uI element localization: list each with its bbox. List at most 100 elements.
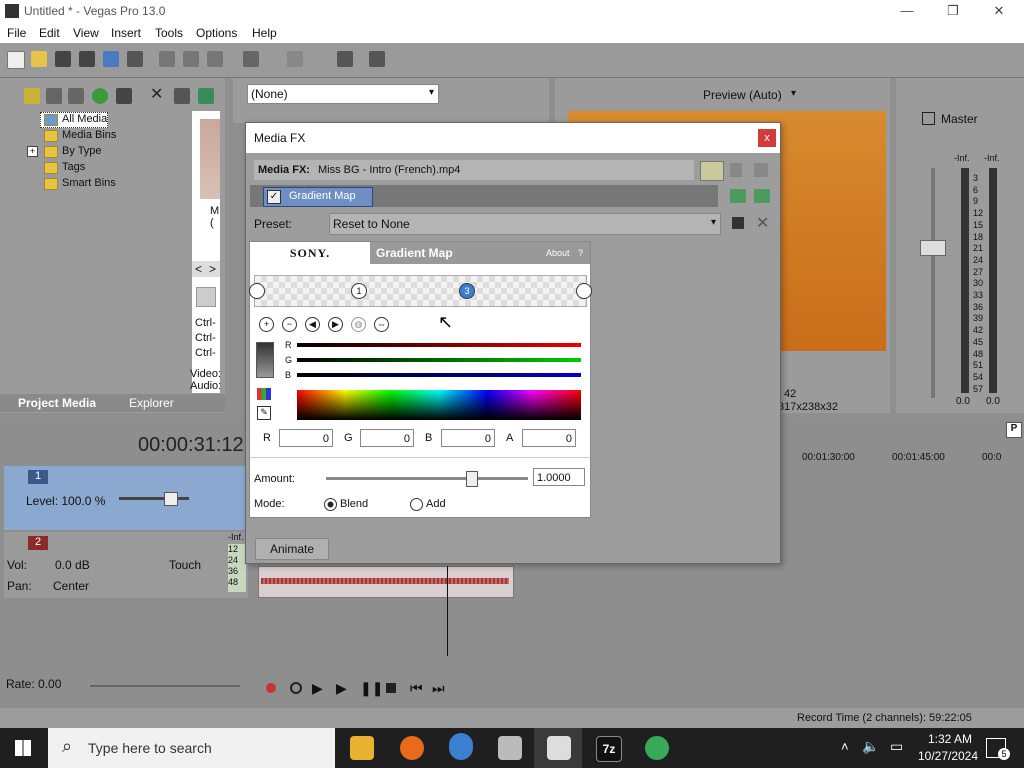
media-thumbnail[interactable] bbox=[200, 119, 220, 199]
video-track-header[interactable]: 1 Level: 100.0 % bbox=[4, 466, 248, 530]
right-panel-p[interactable]: P bbox=[1006, 422, 1022, 438]
minimize-button[interactable]: — bbox=[884, 0, 930, 23]
add-fx-icon[interactable] bbox=[730, 189, 746, 203]
nav-right-button[interactable]: > bbox=[209, 262, 216, 276]
chrome-icon[interactable] bbox=[449, 736, 473, 760]
menu-edit[interactable]: Edit bbox=[39, 26, 60, 40]
blue-slider[interactable] bbox=[297, 373, 581, 377]
menu-tools[interactable]: Tools bbox=[155, 26, 183, 40]
rate-slider[interactable] bbox=[90, 685, 240, 687]
touch-mode[interactable]: Touch bbox=[169, 558, 201, 572]
save-preset-icon[interactable] bbox=[732, 217, 744, 229]
gradient-stops-bar[interactable]: 1 3 bbox=[249, 275, 592, 307]
nav-left-button[interactable]: < bbox=[195, 262, 202, 276]
help-pointer-icon[interactable] bbox=[369, 51, 385, 67]
delete-preset-icon[interactable]: ✕ bbox=[756, 213, 769, 233]
chain-checkbox[interactable]: ✓ bbox=[267, 190, 281, 204]
eyedropper-icon[interactable]: ✎ bbox=[257, 406, 271, 420]
open-folder-icon[interactable] bbox=[31, 51, 47, 67]
layout-toggle-icon[interactable] bbox=[700, 161, 724, 181]
new-file-icon[interactable] bbox=[7, 51, 25, 69]
search-media-icon[interactable] bbox=[116, 88, 132, 104]
level-slider[interactable] bbox=[119, 497, 189, 500]
red-slider[interactable] bbox=[297, 343, 581, 347]
menu-options[interactable]: Options bbox=[196, 26, 237, 40]
network-icon[interactable]: ▭ bbox=[890, 738, 903, 755]
fx-icon[interactable] bbox=[198, 88, 214, 104]
fx-chain-item[interactable]: ✓ Gradient Map bbox=[263, 187, 373, 207]
mode-blend-radio[interactable] bbox=[324, 498, 337, 511]
hue-spectrum[interactable] bbox=[297, 390, 581, 420]
loop-icon[interactable] bbox=[290, 682, 302, 694]
audio-clip[interactable] bbox=[258, 566, 514, 598]
distribute-icon[interactable]: ⇔ bbox=[374, 317, 389, 332]
go-to-start-icon[interactable]: ⏮ bbox=[410, 680, 423, 697]
center-stop-icon[interactable]: ◍ bbox=[351, 317, 366, 332]
green-field[interactable]: 0 bbox=[360, 429, 414, 447]
about-help-icon[interactable]: ? bbox=[578, 248, 583, 258]
layout-list-icon[interactable] bbox=[730, 163, 742, 177]
record-icon[interactable] bbox=[266, 683, 276, 693]
gradient-stop[interactable] bbox=[576, 283, 592, 299]
master-fader[interactable] bbox=[920, 240, 946, 256]
dialog-close-button[interactable]: x bbox=[758, 129, 776, 147]
firefox-icon[interactable] bbox=[400, 736, 424, 760]
play-icon[interactable]: ▶ bbox=[336, 680, 347, 697]
stop-icon[interactable] bbox=[386, 683, 396, 693]
save-as-icon[interactable] bbox=[79, 51, 95, 67]
menu-insert[interactable]: Insert bbox=[111, 26, 141, 40]
play-from-start-icon[interactable]: ▶ bbox=[312, 680, 323, 697]
move-right-icon[interactable]: ▶ bbox=[328, 317, 343, 332]
menu-view[interactable]: View bbox=[73, 26, 99, 40]
pause-icon[interactable]: ❚❚ bbox=[360, 680, 383, 697]
remove-fx-icon[interactable] bbox=[754, 189, 770, 203]
playhead[interactable] bbox=[447, 566, 448, 656]
brush-icon[interactable] bbox=[337, 51, 353, 67]
maximize-button[interactable]: ❐ bbox=[930, 0, 976, 23]
undo-icon[interactable] bbox=[243, 51, 259, 67]
windows-start-icon[interactable] bbox=[15, 740, 31, 756]
clock-time[interactable]: 1:32 AM bbox=[918, 732, 982, 746]
close-window-button[interactable]: ✕ bbox=[976, 0, 1022, 23]
go-to-end-icon[interactable]: ⏭ bbox=[432, 680, 445, 697]
vegas-taskbar-icon[interactable] bbox=[547, 736, 571, 760]
media-properties-icon[interactable] bbox=[174, 88, 190, 104]
app-green-icon[interactable] bbox=[645, 736, 669, 760]
save-icon[interactable] bbox=[55, 51, 71, 67]
green-slider[interactable] bbox=[297, 358, 581, 362]
redo-icon[interactable] bbox=[287, 51, 303, 67]
preset-select[interactable]: Reset to None ▾ bbox=[329, 213, 721, 235]
clock-date[interactable]: 10/27/2024 bbox=[908, 749, 988, 763]
properties-icon[interactable] bbox=[127, 51, 143, 67]
blue-field[interactable]: 0 bbox=[441, 429, 495, 447]
render-icon[interactable] bbox=[103, 51, 119, 67]
tab-explorer[interactable]: Explorer bbox=[129, 396, 174, 410]
gradient-stop[interactable]: 1 bbox=[351, 283, 367, 299]
cut-icon[interactable] bbox=[159, 51, 175, 67]
web-icon[interactable] bbox=[92, 88, 108, 104]
get-media-icon[interactable] bbox=[68, 88, 84, 104]
snap-icon[interactable] bbox=[196, 287, 216, 307]
amount-slider[interactable] bbox=[326, 471, 528, 487]
add-stop-icon[interactable]: + bbox=[259, 317, 274, 332]
7zip-icon[interactable]: 7z bbox=[596, 736, 622, 762]
chevron-up-icon[interactable]: ˄ bbox=[841, 739, 849, 754]
gradient-stop[interactable] bbox=[249, 283, 265, 299]
level-handle[interactable] bbox=[164, 492, 178, 506]
tab-project-media[interactable]: Project Media bbox=[18, 396, 96, 410]
preview-mode[interactable]: Preview (Auto) bbox=[703, 88, 782, 102]
amount-value[interactable]: 1.0000 bbox=[533, 468, 585, 486]
about-link[interactable]: About bbox=[546, 248, 570, 258]
copy-icon[interactable] bbox=[183, 51, 199, 67]
tree-expand-icon[interactable]: + bbox=[27, 146, 38, 157]
animate-button[interactable]: Animate bbox=[255, 538, 329, 560]
volume-icon[interactable]: 🔈 bbox=[862, 738, 879, 755]
remove-stop-icon[interactable]: − bbox=[282, 317, 297, 332]
preview-mode-chevron-icon[interactable]: ▾ bbox=[791, 88, 796, 99]
file-explorer-icon[interactable] bbox=[350, 736, 374, 760]
alpha-field[interactable]: 0 bbox=[522, 429, 576, 447]
palette-icon[interactable] bbox=[257, 388, 271, 400]
menu-file[interactable]: File bbox=[7, 26, 26, 40]
move-left-icon[interactable]: ◀ bbox=[305, 317, 320, 332]
fx-select[interactable]: (None) ▾ bbox=[247, 84, 439, 104]
